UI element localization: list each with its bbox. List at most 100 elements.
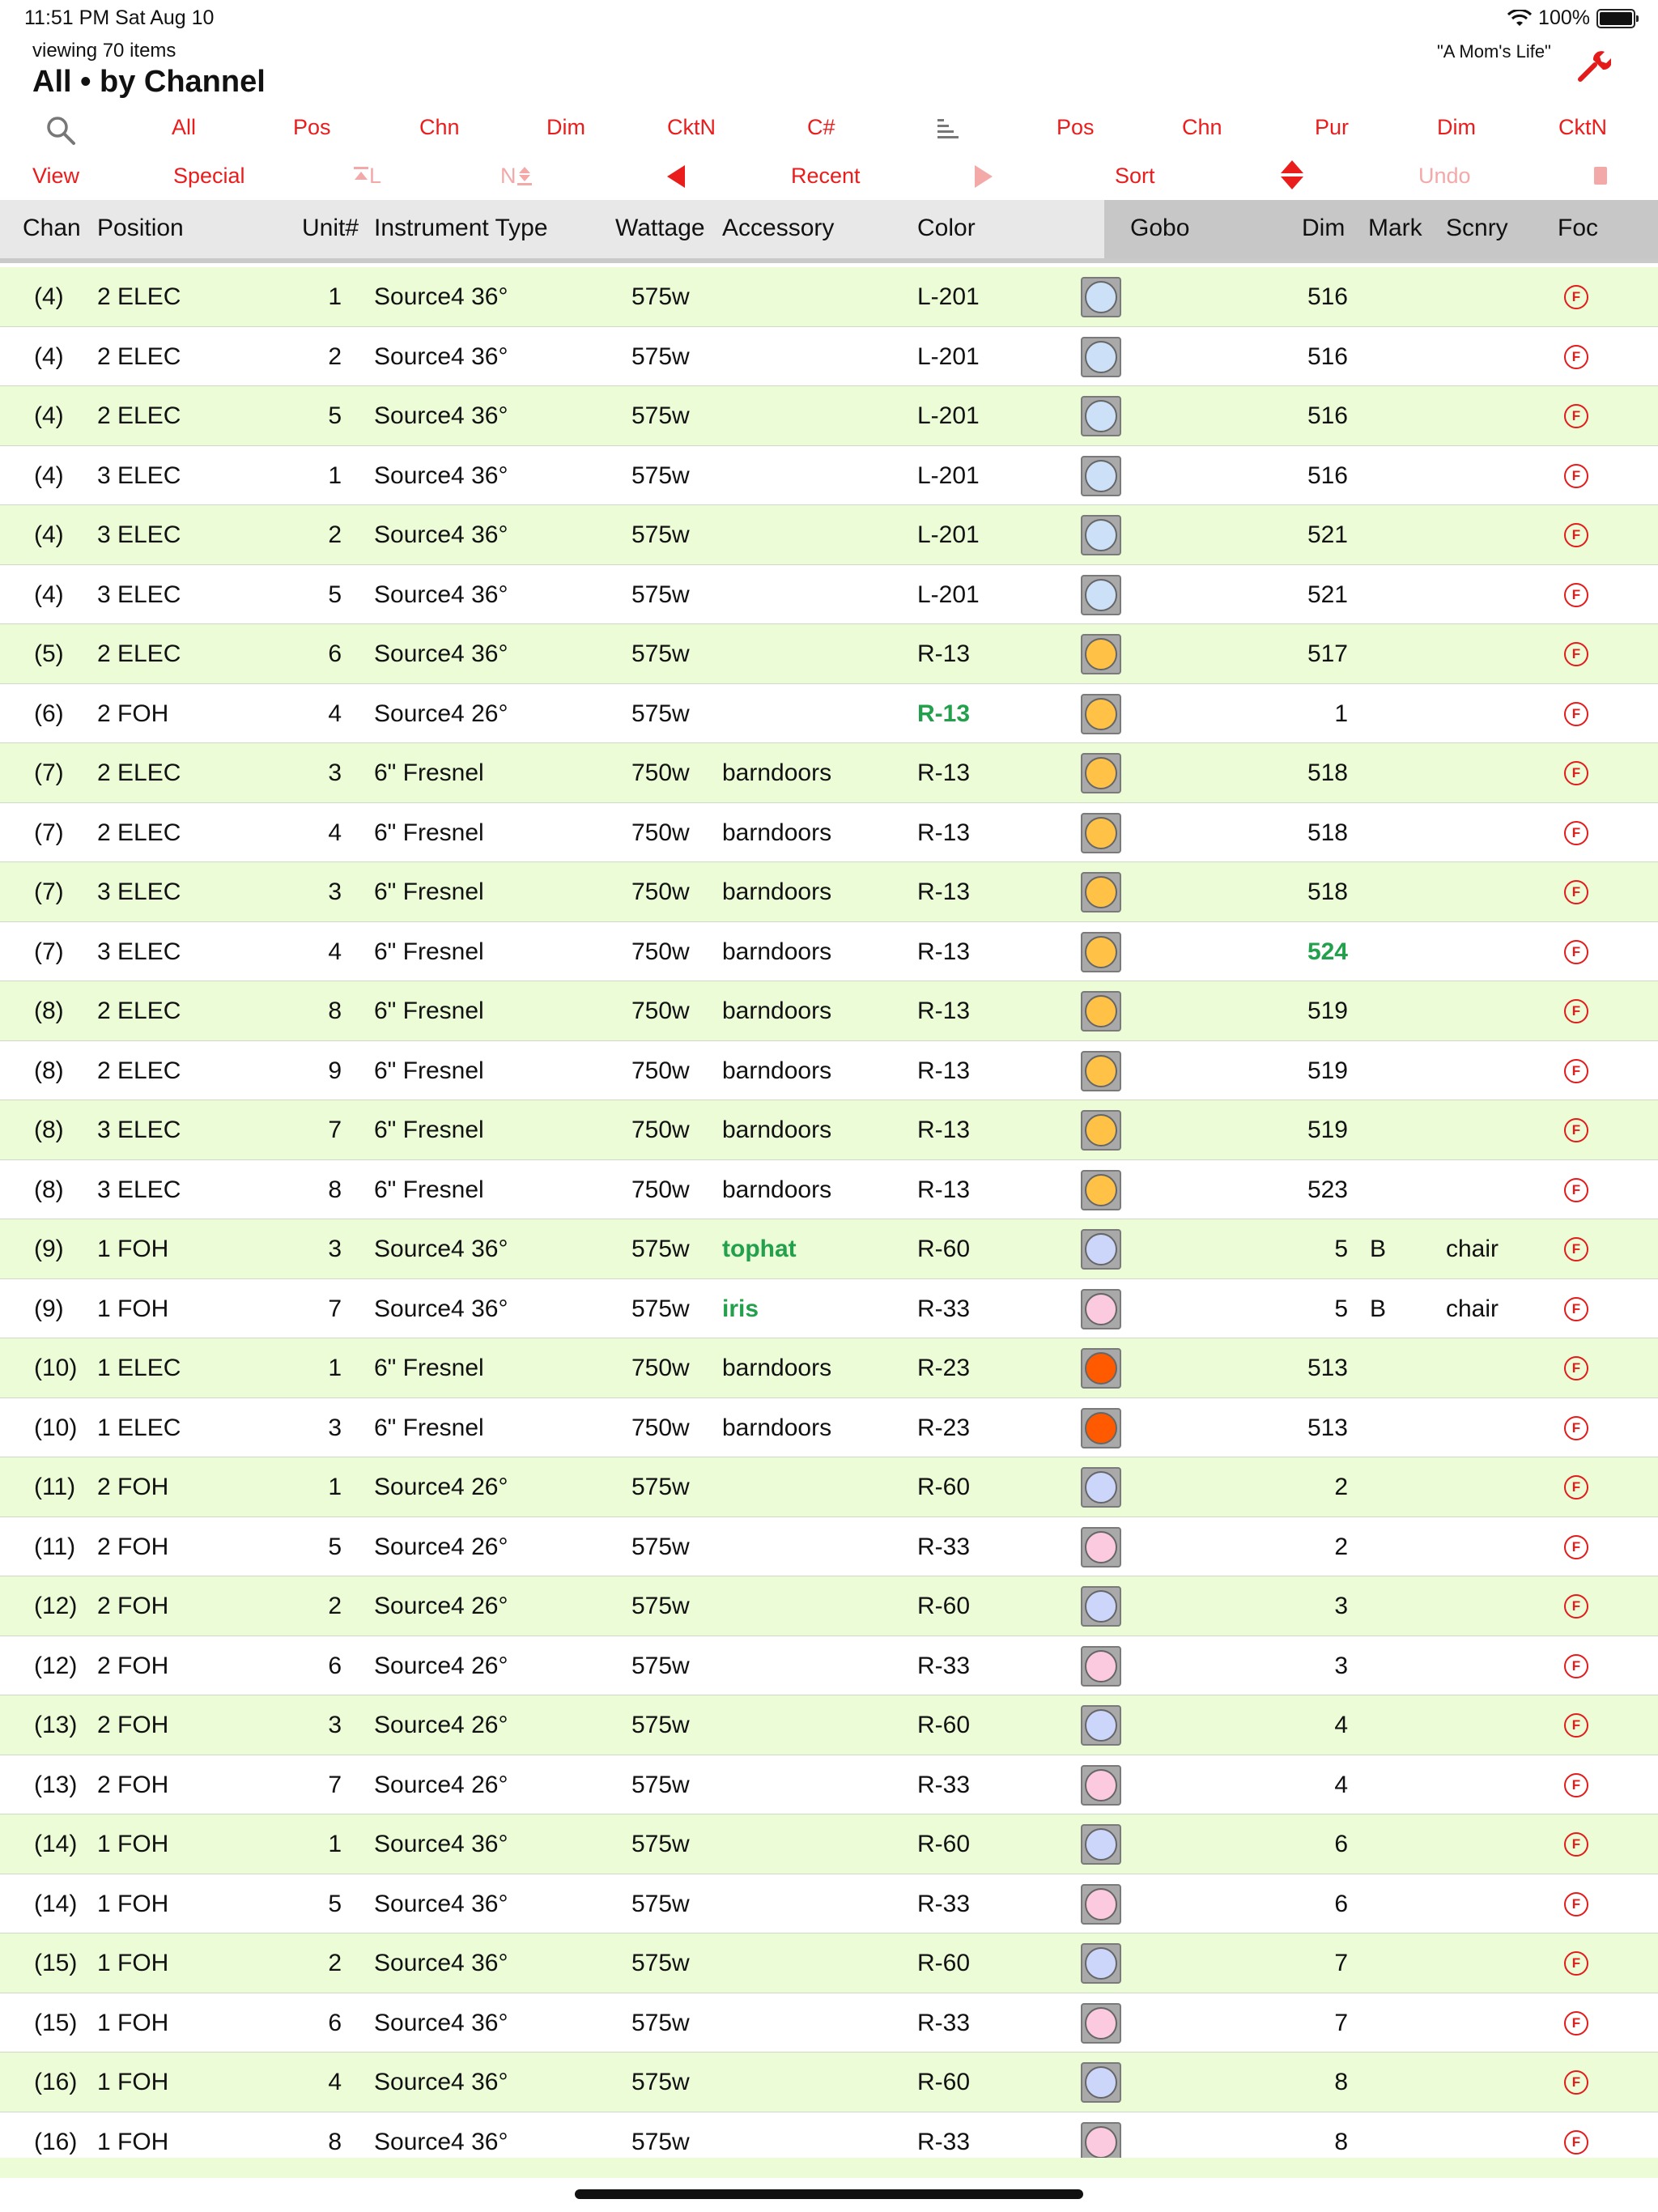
color-swatch[interactable] <box>1081 1169 1121 1210</box>
filter-cktn-button[interactable]: CktN <box>667 115 716 140</box>
col-instrument-type[interactable]: Instrument Type <box>374 215 548 242</box>
color-swatch[interactable] <box>1081 1467 1121 1508</box>
focus-icon[interactable]: F <box>1564 2070 1588 2095</box>
col-wattage[interactable]: Wattage <box>615 215 705 242</box>
table-row[interactable]: (13) 2 FOH 3 Source4 26° 575w R-60 4 F <box>0 1695 1658 1755</box>
special-button[interactable]: Special <box>173 164 245 189</box>
focus-icon[interactable]: F <box>1564 1356 1588 1380</box>
focus-icon[interactable]: F <box>1564 1177 1588 1202</box>
table-row[interactable]: (7) 2 ELEC 3 6" Fresnel 750w barndoors R-13 518… <box>0 743 1658 803</box>
focus-icon[interactable]: F <box>1564 1772 1588 1797</box>
color-swatch[interactable] <box>1081 1348 1121 1389</box>
focus-icon[interactable]: F <box>1564 999 1588 1023</box>
color-swatch[interactable] <box>1081 931 1121 972</box>
table-row[interactable]: (10) 1 ELEC 1 6" Fresnel 750w barndoors R-23 51… <box>0 1338 1658 1398</box>
focus-icon[interactable]: F <box>1564 582 1588 607</box>
table-row[interactable]: (14) 1 FOH 5 Source4 36° 575w R-33 6 F <box>0 1874 1658 1933</box>
color-swatch[interactable] <box>1081 336 1121 377</box>
col-scnry[interactable]: Scnry <box>1446 215 1508 242</box>
table-row[interactable]: (15) 1 FOH 2 Source4 36° 575w R-60 7 F <box>0 1933 1658 1993</box>
focus-icon[interactable]: F <box>1564 880 1588 904</box>
focus-icon[interactable]: F <box>1564 1653 1588 1678</box>
label-l-button[interactable]: L <box>353 164 381 189</box>
color-swatch[interactable] <box>1081 753 1121 793</box>
table-row[interactable]: (8) 3 ELEC 7 6" Fresnel 750w barndoors R-13 519… <box>0 1100 1658 1160</box>
focus-icon[interactable]: F <box>1564 1296 1588 1321</box>
table-row[interactable]: (7) 3 ELEC 3 6" Fresnel 750w barndoors R-13 518… <box>0 862 1658 922</box>
sort-dim-button[interactable]: Dim <box>1437 115 1476 140</box>
color-swatch[interactable] <box>1081 1645 1121 1687</box>
table-row[interactable]: (11) 2 FOH 5 Source4 26° 575w R-33 2 F <box>0 1517 1658 1576</box>
focus-icon[interactable]: F <box>1564 404 1588 428</box>
focus-icon[interactable]: F <box>1564 1891 1588 1916</box>
focus-icon[interactable]: F <box>1564 1415 1588 1440</box>
table-row[interactable]: (8) 2 ELEC 8 6" Fresnel 750w barndoors R-13 519… <box>0 981 1658 1041</box>
color-swatch[interactable] <box>1081 2002 1121 2044</box>
filter-all-button[interactable]: All <box>172 115 196 140</box>
filter-pos-button[interactable]: Pos <box>293 115 331 140</box>
table-row[interactable]: (11) 2 FOH 1 Source4 26° 575w R-60 2 F <box>0 1457 1658 1517</box>
color-swatch[interactable] <box>1081 1229 1121 1270</box>
table-row[interactable]: (7) 3 ELEC 4 6" Fresnel 750w barndoors R-13 524… <box>0 922 1658 981</box>
focus-icon[interactable]: F <box>1564 1951 1588 1976</box>
col-foc[interactable]: Foc <box>1558 215 1598 242</box>
color-swatch[interactable] <box>1081 1288 1121 1329</box>
filter-cnum-button[interactable]: C# <box>807 115 835 140</box>
sort-pur-button[interactable]: Pur <box>1315 115 1349 140</box>
label-n-button[interactable]: N <box>500 164 533 189</box>
focus-icon[interactable]: F <box>1564 1058 1588 1083</box>
color-swatch[interactable] <box>1081 1110 1121 1151</box>
color-swatch[interactable] <box>1081 1407 1121 1448</box>
recent-button[interactable]: Recent <box>791 164 861 189</box>
table-row[interactable]: (12) 2 FOH 2 Source4 26° 575w R-60 3 F <box>0 1576 1658 1636</box>
focus-icon[interactable]: F <box>1564 2010 1588 2035</box>
color-swatch[interactable] <box>1081 812 1121 853</box>
col-mark[interactable]: Mark <box>1368 215 1422 242</box>
trash-icon[interactable] <box>1592 165 1609 186</box>
table-row[interactable]: (4) 2 ELEC 5 Source4 36° 575w L-201 516 F <box>0 386 1658 446</box>
table-row[interactable]: (12) 2 FOH 6 Source4 26° 575w R-33 3 F <box>0 1636 1658 1695</box>
table-row[interactable]: (13) 2 FOH 7 Source4 26° 575w R-33 4 F <box>0 1755 1658 1814</box>
wrench-icon[interactable] <box>1575 49 1611 84</box>
color-swatch[interactable] <box>1081 1883 1121 1925</box>
table-row[interactable]: (4) 3 ELEC 1 Source4 36° 575w L-201 516 F <box>0 446 1658 505</box>
color-swatch[interactable] <box>1081 693 1121 734</box>
color-swatch[interactable] <box>1081 396 1121 436</box>
table-row[interactable]: (4) 2 ELEC 2 Source4 36° 575w L-201 516 F <box>0 327 1658 386</box>
col-chan[interactable]: Chan <box>23 215 81 242</box>
color-swatch[interactable] <box>1081 277 1121 317</box>
col-color[interactable]: Color <box>917 215 976 242</box>
table-row[interactable]: (15) 1 FOH 6 Source4 36° 575w R-33 7 F <box>0 1993 1658 2052</box>
table-row[interactable]: (4) 2 ELEC 1 Source4 36° 575w L-201 516 F <box>0 267 1658 327</box>
color-swatch[interactable] <box>1081 515 1121 555</box>
previous-arrow-icon[interactable] <box>665 164 687 189</box>
table-row[interactable]: (6) 2 FOH 4 Source4 26° 575w R-13 1 F <box>0 684 1658 743</box>
color-swatch[interactable] <box>1081 2062 1121 2103</box>
table-row[interactable]: (9) 1 FOH 7 Source4 36° 575w iris R-33 5 Bchair F <box>0 1279 1658 1338</box>
color-swatch[interactable] <box>1081 455 1121 496</box>
color-swatch[interactable] <box>1081 1526 1121 1568</box>
sort-updown-icon[interactable] <box>1279 159 1305 191</box>
col-position[interactable]: Position <box>97 215 184 242</box>
table-row[interactable]: (4) 3 ELEC 2 Source4 36° 575w L-201 521 F <box>0 505 1658 565</box>
filter-chn-button[interactable]: Chn <box>419 115 460 140</box>
color-swatch[interactable] <box>1081 2121 1121 2163</box>
table-row[interactable]: (14) 1 FOH 1 Source4 36° 575w R-60 6 F <box>0 1814 1658 1874</box>
col-dim[interactable]: Dim <box>1302 215 1345 242</box>
sort-pos-button[interactable]: Pos <box>1056 115 1095 140</box>
undo-button[interactable]: Undo <box>1418 164 1471 189</box>
focus-icon[interactable]: F <box>1564 285 1588 309</box>
color-swatch[interactable] <box>1081 1764 1121 1806</box>
focus-icon[interactable]: F <box>1564 701 1588 726</box>
color-swatch[interactable] <box>1081 991 1121 1032</box>
color-swatch[interactable] <box>1081 1943 1121 1984</box>
table-row[interactable]: (8) 3 ELEC 8 6" Fresnel 750w barndoors R-13 523… <box>0 1160 1658 1219</box>
focus-icon[interactable]: F <box>1564 1594 1588 1619</box>
view-button[interactable]: View <box>32 164 79 189</box>
table-row[interactable]: (5) 2 ELEC 6 Source4 36° 575w R-13 517 F <box>0 624 1658 684</box>
color-swatch[interactable] <box>1081 1705 1121 1746</box>
sort-chn-button[interactable]: Chn <box>1182 115 1222 140</box>
focus-icon[interactable]: F <box>1564 1475 1588 1499</box>
table-row[interactable]: (7) 2 ELEC 4 6" Fresnel 750w barndoors R-13 518… <box>0 803 1658 862</box>
color-swatch[interactable] <box>1081 1586 1121 1627</box>
